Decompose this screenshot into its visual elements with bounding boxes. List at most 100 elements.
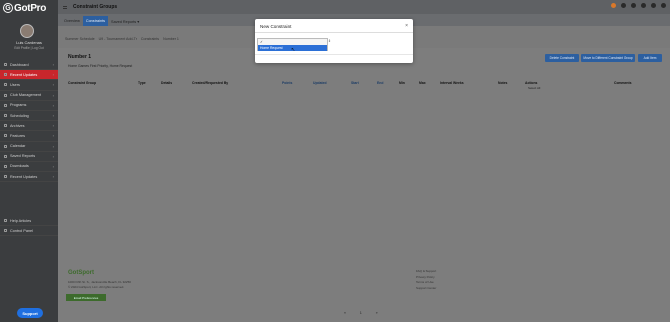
users-icon <box>4 83 7 87</box>
flag-icon[interactable] <box>661 3 666 8</box>
tab-overview[interactable]: Overview <box>61 16 83 26</box>
col-interval-weeks[interactable]: Interval Weeks <box>440 81 464 85</box>
next-page-button[interactable]: » <box>376 311 378 315</box>
sidebar-item-programs[interactable]: Programs › <box>0 101 58 111</box>
settings-icon[interactable] <box>651 3 656 8</box>
avatar[interactable] <box>20 24 34 38</box>
sidebar-item-features[interactable]: Features › <box>0 131 58 142</box>
gotpro-logo[interactable]: G GotPro <box>3 2 53 14</box>
sidebar-item-calendar[interactable]: Calendar › <box>0 142 58 152</box>
sidebar-item-label: Users <box>10 82 20 87</box>
new-constraint-modal: New Constraint × ✓ Home Request ⇕ ↖ <box>255 19 413 63</box>
chevron-right-icon: › <box>52 143 54 149</box>
footer-link[interactable]: Terms of Use <box>416 280 436 286</box>
col-created-by[interactable]: Created/Requested By <box>192 81 228 85</box>
sidebar-item-archives[interactable]: Archives › <box>0 121 58 132</box>
delete-constraint-button[interactable]: Delete Constraint <box>545 54 579 62</box>
chevron-right-icon: › <box>52 163 54 169</box>
sidebar-item-label: Dashboard <box>10 62 29 67</box>
chevron-right-icon: › <box>52 133 54 139</box>
bell-icon[interactable] <box>631 3 636 8</box>
breadcrumb-item[interactable]: Summer Schedule <box>65 37 95 41</box>
col-start[interactable]: Start <box>351 81 359 85</box>
chevron-right-icon: › <box>52 72 54 78</box>
sidebar-item-recent-updates[interactable]: Recent Updates › <box>0 70 58 81</box>
footer-copyright: © 2024 GotSport, LLC. All rights reserve… <box>68 285 125 289</box>
notification-icon[interactable] <box>611 3 616 8</box>
footer-link[interactable]: FAQ & Support <box>416 269 436 275</box>
email-preferences-button[interactable]: Email Preferences <box>66 294 106 301</box>
programs-icon <box>4 103 7 107</box>
download-icon <box>4 164 7 168</box>
chevron-right-icon: › <box>52 123 54 129</box>
move-constraint-group-button[interactable]: Move to Different Constraint Group <box>581 54 635 62</box>
close-icon[interactable]: × <box>405 23 408 29</box>
sidebar-item-help-articles[interactable]: Help Articles <box>0 216 58 227</box>
col-end[interactable]: End <box>377 81 383 85</box>
breadcrumb-item[interactable]: U9 - Tournament Add-Tr <box>99 37 137 41</box>
updates-icon <box>4 175 7 179</box>
col-actions[interactable]: Actions <box>525 81 537 85</box>
breadcrumb: Summer Schedule U9 - Tournament Add-Tr C… <box>65 37 179 41</box>
sidebar: G GotPro Luis Cardenas Edit Profile | Lo… <box>0 0 58 322</box>
mouse-cursor-icon: ↖ <box>291 47 296 53</box>
sidebar-item-scheduling[interactable]: Scheduling › <box>0 111 58 122</box>
breadcrumb-item: Number 1 <box>163 37 179 41</box>
sidebar-item-label: Help Articles <box>10 218 32 223</box>
col-comments[interactable]: Comments <box>614 81 632 85</box>
sidebar-item-label: Archives <box>10 123 25 128</box>
user-links[interactable]: Edit Profile | Log Out <box>0 46 58 50</box>
col-constraint-group[interactable]: Constraint Group <box>68 81 96 85</box>
help-icon <box>4 219 7 223</box>
features-icon <box>4 134 7 138</box>
col-min[interactable]: Min <box>399 81 405 85</box>
table-header: Constraint Group Type Details Created/Re… <box>66 81 662 89</box>
tab-constraints[interactable]: Constraints <box>82 16 109 26</box>
sidebar-item-downloads[interactable]: Downloads › <box>0 162 58 173</box>
col-notes[interactable]: Notes <box>498 81 507 85</box>
select-arrows-icon[interactable]: ⇕ <box>328 39 331 43</box>
footer-links: FAQ & Support Privacy Policy Terms of Us… <box>416 269 436 291</box>
calendar-icon <box>4 144 7 148</box>
sidebar-item-users[interactable]: Users › <box>0 80 58 91</box>
sidebar-secondary-nav: Help Articles Control Panel <box>0 216 58 237</box>
pagination: « 1 » <box>344 311 378 315</box>
sidebar-item-club-management[interactable]: Club Management › <box>0 91 58 101</box>
panel-subheading: Home Games First Priority, Home Request <box>68 64 133 68</box>
prev-page-button[interactable]: « <box>344 311 346 315</box>
page-number[interactable]: 1 <box>360 311 362 315</box>
breadcrumb-item[interactable]: Constraints <box>141 37 159 41</box>
chevron-right-icon: › <box>52 102 54 108</box>
col-points[interactable]: Points <box>282 81 292 85</box>
sidebar-nav: Dashboard › Recent Updates › Users › Club M… <box>0 60 58 183</box>
top-icons <box>611 3 666 8</box>
sidebar-item-saved-reports[interactable]: Saved Reports › <box>0 152 58 162</box>
menu-toggle-icon[interactable] <box>63 5 67 9</box>
sidebar-item-control-panel[interactable]: Control Panel <box>0 226 58 237</box>
chevron-right-icon: › <box>52 153 54 159</box>
dashboard-icon <box>4 63 7 67</box>
globe-icon[interactable] <box>621 3 626 8</box>
add-item-button[interactable]: Add Item <box>638 54 662 62</box>
page-title: Constraint Groups <box>73 4 118 10</box>
tab-saved-reports[interactable]: Saved Reports ▾ <box>108 16 142 26</box>
col-type[interactable]: Type <box>138 81 146 85</box>
logo-text: GotPro <box>14 2 47 14</box>
col-max[interactable]: Max <box>419 81 426 85</box>
sidebar-item-recent-updates-2[interactable]: Recent Updates › <box>0 172 58 183</box>
sidebar-item-label: Programs <box>10 103 27 108</box>
sidebar-item-label: Downloads <box>10 164 29 169</box>
control-panel-icon <box>4 229 7 233</box>
sidebar-item-dashboard[interactable]: Dashboard › <box>0 60 58 71</box>
footer-link[interactable]: Support Center <box>416 286 436 292</box>
footer-logo[interactable]: GotSport <box>68 270 94 276</box>
select-all-link[interactable]: Select All <box>528 86 540 90</box>
support-button[interactable]: Support <box>17 308 43 318</box>
messages-icon[interactable] <box>641 3 646 8</box>
updates-icon <box>4 73 7 77</box>
col-details[interactable]: Details <box>161 81 172 85</box>
logo-mark-icon: G <box>3 3 13 13</box>
club-icon <box>4 93 7 97</box>
panel-heading: Number 1 <box>68 54 92 60</box>
col-updated[interactable]: Updated <box>313 81 327 85</box>
